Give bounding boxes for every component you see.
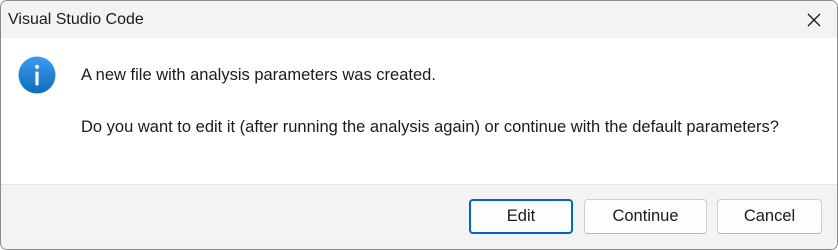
title-bar: Visual Studio Code — [1, 1, 837, 38]
button-bar: Edit Continue Cancel — [1, 184, 837, 249]
close-icon — [807, 13, 821, 27]
window-title: Visual Studio Code — [8, 11, 144, 28]
continue-button[interactable]: Continue — [584, 199, 707, 234]
cancel-button[interactable]: Cancel — [717, 199, 822, 234]
dialog-content: A new file with analysis parameters was … — [1, 38, 837, 184]
info-icon — [18, 56, 56, 94]
message-text: A new file with analysis parameters was … — [81, 66, 436, 84]
message-detail-text: Do you want to edit it (after running th… — [81, 118, 779, 136]
edit-button[interactable]: Edit — [469, 199, 573, 234]
message-dialog: Visual Studio Code A new file with analy… — [0, 0, 838, 250]
close-button[interactable] — [791, 1, 837, 38]
